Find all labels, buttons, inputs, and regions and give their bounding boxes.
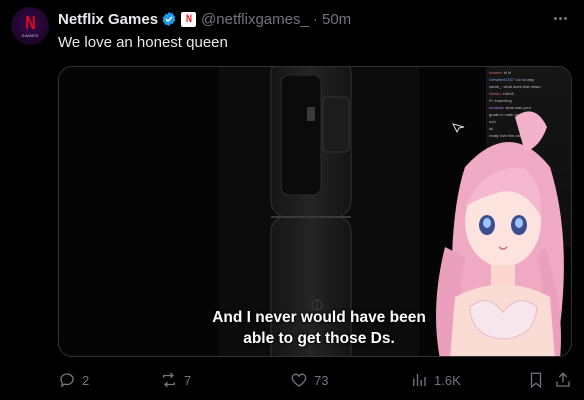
reply-count: 2 [82,372,90,388]
bookmark-button[interactable] [527,368,545,392]
video-subtitle: And I never would have been able to get … [169,307,469,349]
chat-line: Drewbert1337: lol no way [489,76,570,83]
reply-icon [60,373,74,388]
avatar[interactable]: N GAMES [11,7,49,45]
views-count: 1.6K [434,372,461,388]
subtitle-line-1: And I never would have been [212,309,426,326]
repost-button[interactable]: 7 [160,368,191,392]
chat-username: Nimbu: [489,91,503,96]
affiliate-badge[interactable]: N [181,11,197,27]
tweet-actions: 2 7 73 1.6K [58,368,572,392]
share-icon [556,372,570,387]
affiliate-badge-letter: N [185,13,192,25]
display-name[interactable]: Netflix Games [58,11,158,28]
subtitle-line-2: able to get those Ds. [243,330,395,347]
tweet-header: Netflix Games N @netflixgames_ · 50m [58,9,351,29]
timestamp[interactable]: · 50m [313,11,351,28]
tweet-media-video[interactable]: Arvenn: hi hi Drewbert1337: lol no way sar… [58,66,572,357]
heart-icon [291,373,307,387]
chat-line: Fl: expecting [489,97,570,104]
chat-message: HAHA [502,91,514,96]
tweet[interactable]: N GAMES Netflix Games N @netflixgames_ ·… [0,0,584,400]
chat-message: hi hi [503,70,512,75]
views-icon [413,374,426,386]
more-icon[interactable] [550,8,570,28]
chat-username: Arvenn: [489,70,504,75]
tweet-text: We love an honest queen [58,34,228,51]
share-button[interactable] [554,368,572,392]
repost-icon [163,372,175,388]
chat-message: lol no way [516,77,535,82]
chat-line: sarah_: what does that mean [489,83,570,90]
chat-message: Fl: expecting [489,98,512,103]
avatar-logo-letter: N [24,12,36,33]
avatar-logo-caption: GAMES [21,32,39,38]
bookmark-icon [530,372,542,389]
like-button[interactable]: 73 [290,368,328,392]
repost-count: 7 [184,372,192,388]
chat-message: sarah_: what does that mean [489,84,541,89]
reply-button[interactable]: 2 [58,368,89,392]
like-count: 73 [314,372,329,388]
views-button[interactable]: 1.6K [410,368,461,392]
verified-badge-icon [162,12,176,26]
handle[interactable]: @netflixgames_ [201,11,309,28]
chat-line: Arvenn: hi hi [489,69,570,76]
chat-username: Drewbert1337: [489,77,517,82]
cursor-icon [452,123,465,133]
chat-line: Nimbu: HAHA [489,90,570,97]
